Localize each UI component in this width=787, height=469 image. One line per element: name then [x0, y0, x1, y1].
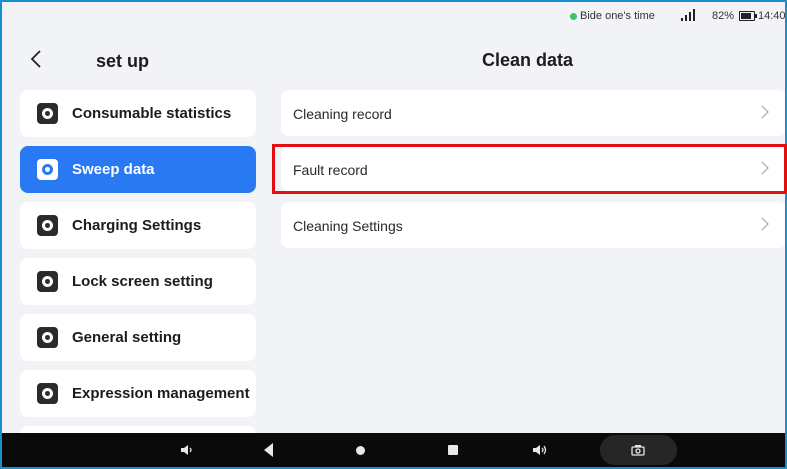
chevron-right-icon	[761, 217, 769, 231]
sidebar-item-label: Lock screen setting	[72, 273, 213, 290]
system-nav-bar	[2, 433, 785, 467]
gear-icon	[37, 383, 58, 404]
volume-down-icon[interactable]	[180, 443, 194, 457]
sidebar-title: set up	[96, 51, 150, 71]
sidebar-item-label: General setting	[72, 329, 182, 346]
gear-icon	[37, 159, 58, 180]
sidebar-item-consumable-statistics[interactable]: Consumable statistics	[20, 90, 256, 137]
list-item-label: Cleaning record	[293, 106, 392, 122]
camera-icon	[631, 443, 645, 456]
sidebar-item-expression-management[interactable]: Expression management	[20, 370, 256, 417]
chevron-right-icon	[761, 105, 769, 119]
sidebar-item-lock-screen-setting[interactable]: Lock screen setting	[20, 258, 256, 305]
back-icon[interactable]	[264, 443, 273, 457]
back-chevron-icon[interactable]	[28, 49, 44, 69]
signal-icon	[681, 9, 697, 21]
sidebar-item-sweep-data[interactable]: Sweep data	[20, 146, 256, 193]
battery-icon	[739, 11, 757, 21]
sidebar-item-label: Sweep data	[72, 161, 155, 178]
page-title: Clean data	[482, 50, 574, 70]
highlight-box	[272, 144, 787, 194]
status-text: Bide one's time	[580, 10, 655, 22]
sidebar-item-label: Consumable statistics	[72, 105, 232, 122]
list-item-label: Cleaning Settings	[293, 218, 403, 234]
volume-up-icon[interactable]	[532, 443, 548, 457]
screenshot-button[interactable]	[600, 435, 677, 465]
status-dot-icon	[570, 13, 577, 20]
app-screen: Bide one's time 82% 14:40 set up Clean d…	[2, 2, 785, 467]
gear-icon	[37, 271, 58, 292]
list-item-cleaning-record[interactable]: Cleaning record	[281, 90, 785, 136]
gear-icon	[37, 103, 58, 124]
status-bar: Bide one's time 82% 14:40	[2, 2, 785, 32]
status-time: 14:40	[758, 10, 785, 22]
sidebar-item-label: Charging Settings	[72, 217, 202, 234]
sidebar-item-label: Expression management	[72, 385, 250, 402]
sidebar-item-charging-settings[interactable]: Charging Settings	[20, 202, 256, 249]
gear-icon	[37, 215, 58, 236]
list-item-cleaning-settings[interactable]: Cleaning Settings	[281, 202, 785, 248]
battery-percent: 82%	[712, 10, 735, 22]
gear-icon	[37, 327, 58, 348]
home-icon[interactable]	[356, 446, 365, 455]
sidebar-item-general-setting[interactable]: General setting	[20, 314, 256, 361]
recent-apps-icon[interactable]	[448, 445, 458, 455]
